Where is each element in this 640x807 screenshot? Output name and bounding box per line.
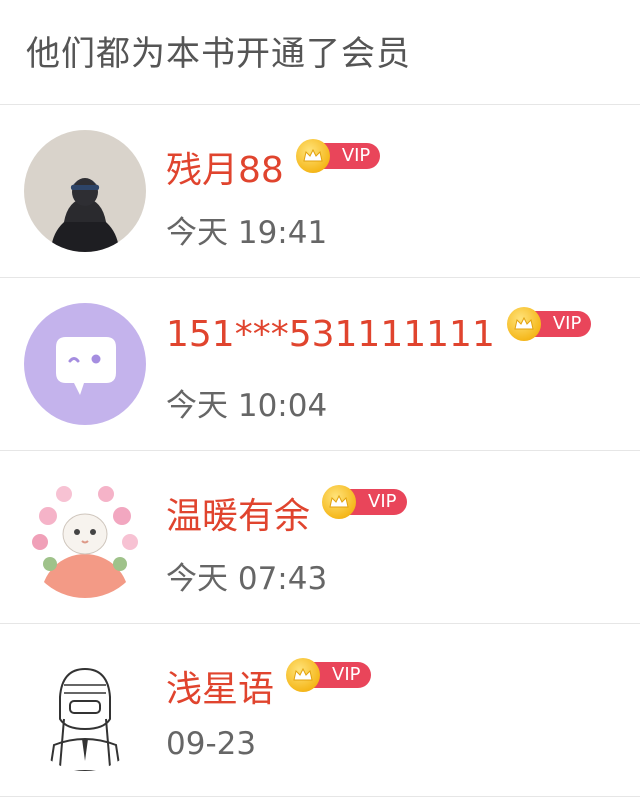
member-list: 残月88 VIP 今天 19:41 151***531111111 VIP 今天… <box>0 105 640 797</box>
list-item[interactable]: 温暖有余 VIP 今天 07:43 <box>0 451 640 624</box>
crown-icon <box>322 485 357 519</box>
list-item[interactable]: 残月88 VIP 今天 19:41 <box>0 105 640 278</box>
member-name[interactable]: 151***531111111 <box>166 314 495 355</box>
crown-icon <box>286 658 321 692</box>
cat-flower-avatar-icon <box>24 476 146 598</box>
member-name[interactable]: 温暖有余 <box>166 487 310 539</box>
list-item[interactable]: 浅星语 VIP 09-23 <box>0 624 640 797</box>
avatar[interactable] <box>24 303 146 425</box>
join-time: 今天 07:43 <box>166 561 328 597</box>
avatar[interactable] <box>24 130 146 252</box>
vip-badge: VIP <box>322 485 407 519</box>
sketch-girl-avatar-icon <box>24 649 146 771</box>
vip-badge: VIP <box>506 306 592 341</box>
dark-figure-avatar-icon <box>24 130 146 252</box>
avatar[interactable] <box>24 649 146 771</box>
join-time: 今天 10:04 <box>166 388 328 424</box>
member-name[interactable]: 残月88 <box>166 141 284 193</box>
member-name[interactable]: 浅星语 <box>166 660 274 712</box>
list-item[interactable]: 151***531111111 VIP 今天 10:04 <box>0 278 640 451</box>
avatar[interactable] <box>24 476 146 598</box>
chat-bubble-avatar-icon <box>24 303 146 425</box>
join-time: 09-23 <box>166 726 257 762</box>
vip-badge: VIP <box>286 658 371 692</box>
join-time: 今天 19:41 <box>166 215 328 251</box>
crown-icon <box>506 306 541 341</box>
section-header: 他们都为本书开通了会员 <box>0 0 640 105</box>
section-title: 他们都为本书开通了会员 <box>26 33 411 74</box>
crown-icon <box>295 139 330 173</box>
vip-badge: VIP <box>295 139 381 173</box>
